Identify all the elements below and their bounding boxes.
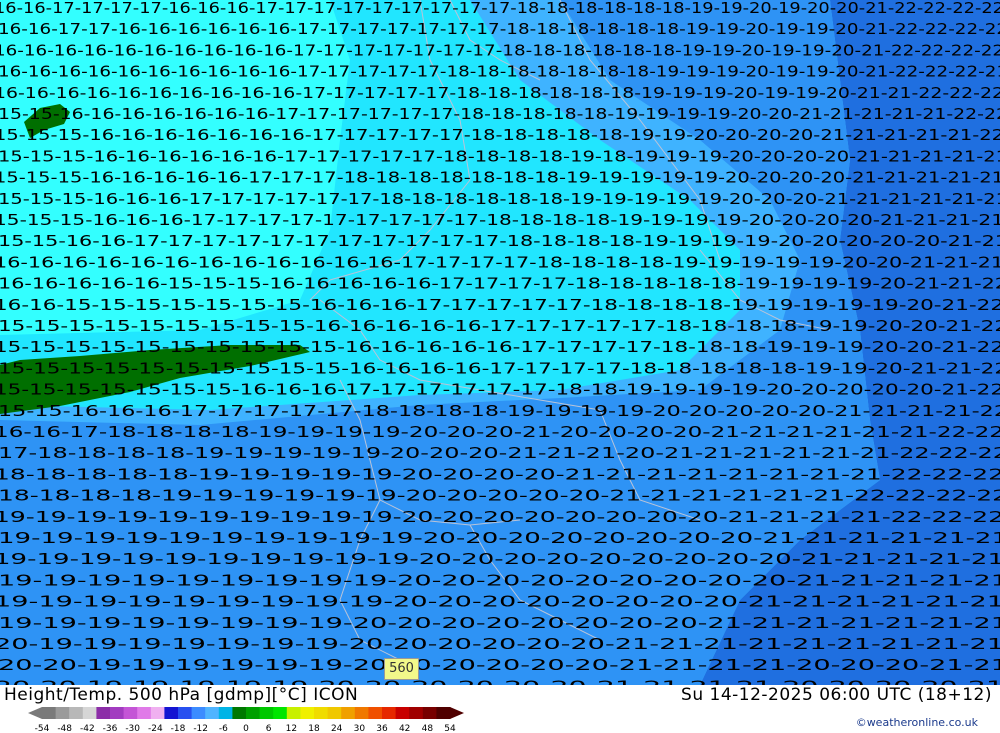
legend-tick-label: 12 [286,724,297,733]
contour-label-row: 15-15-15-15-15-15-15-16-16-16-17-17-17-1… [0,381,1000,399]
legend-swatch [137,707,152,719]
legend-tick-label: 36 [376,724,388,733]
contour-label-row: 16-16-17-17-17-17-16-16-16-17-17-17-17-1… [0,0,1000,17]
legend-swatch [110,707,125,719]
contour-label-row: 15-15-16-16-17-17-17-17-17-17-17-17-17-1… [0,232,1000,250]
legend-swatch [327,707,342,719]
contour-label-row: 16-16-16-16-16-16-16-16-16-16-17-17-17-1… [0,41,1000,59]
legend-swatch [82,707,97,719]
contour-label-row: 19-19-19-19-19-19-19-19-19-19-20-20-20-2… [0,550,1000,568]
legend-swatch [314,707,329,719]
legend-swatch [232,707,247,719]
legend-tick-label: -42 [80,724,95,733]
contour-label-row: 18-18-18-18-19-19-19-19-19-19-20-20-20-2… [0,487,1000,505]
legend-swatch [422,707,437,719]
legend-swatch [395,707,410,719]
legend-tick-label: 30 [354,724,366,733]
legend-tick-label: 48 [422,724,434,733]
legend-swatch [96,707,111,719]
legend-swatch [409,707,424,719]
legend-swatch [205,707,220,719]
contour-label-row: 15-15-15-15-15-15-15-15-15-15-16-16-16-1… [0,338,1000,356]
contour-label-row: 16-16-16-16-16-16-16-16-16-16-16-16-17-1… [0,253,1000,271]
contour-label-row: 15-15-15-15-15-15-15-15-15-16-16-16-16-1… [0,317,1000,335]
legend-swatch [382,707,397,719]
contour-label-row: 15-15-16-16-16-17-17-17-17-17-18-18-18-1… [0,402,1000,420]
legend-tick-label: -30 [125,724,140,733]
contour-label-row: 16-16-16-16-16-16-16-16-16-16-17-17-17-1… [0,63,1000,81]
contour-label-row: 19-19-19-19-19-19-19-19-20-20-20-20-20-2… [0,614,1000,632]
contour-label-row: 20-19-19-19-19-19-19-19-20-20-20-20-20-2… [0,635,1000,653]
contour-label-row: 18-18-18-18-18-19-19-19-19-19-20-20-20-2… [0,465,1000,483]
legend-tick-label: 6 [266,724,272,733]
contour-label-row: 20-20-19-19-19-19-19-20-20-20-20-20-20-2… [0,677,1000,685]
legend-tick-label: 54 [444,724,456,733]
contour-label-row: 16-16-16-16-16-16-16-16-16-16-17-17-17-1… [0,84,1000,102]
temperature-map: 16-16-17-17-17-17-16-16-16-17-17-17-17-1… [0,0,1000,685]
legend-swatch [55,707,70,719]
contour-label-row: 15-15-15-16-16-16-16-16-16-16-17-17-17-1… [0,126,1000,144]
legend-tick-label: 24 [331,724,343,733]
contour-label-row: 20-20-19-19-19-19-19-19-20-20-20-20-20-2… [0,656,1000,674]
contour-label-row: 19-19-19-19-19-19-19-19-19-20-20-20-20-2… [0,593,1000,611]
legend-swatch [286,707,301,719]
legend-swatch [300,707,315,719]
legend-swatch [164,707,179,719]
contour-label-row: 15-15-15-16-16-16-17-17-17-17-17-17-18-1… [0,190,1000,208]
legend-tick-label: -18 [171,724,186,733]
weather-map-view: 16-16-17-17-17-17-16-16-16-17-17-17-17-1… [0,0,1000,733]
legend-swatch [341,707,356,719]
legend-tick-labels: -54 -48 -42 -36 -30 -24 -18 -12 -6 0 6 12 18 24 30 36 42… [35,724,456,733]
legend-swatch [436,707,451,719]
contour-label-row: 17-18-18-18-18-19-19-19-19-19-20-20-20-2… [0,444,1000,462]
contour-label-row: 15-15-16-16-16-16-16-16-16-17-17-17-17-1… [0,105,1000,123]
legend-swatch [69,707,84,719]
legend-tick-label: 0 [243,724,249,733]
legend-arrow-right [450,707,464,719]
contour-label-row: 16-16-16-16-16-15-15-15-16-16-16-16-16-1… [0,275,1000,293]
legend-swatch [150,707,165,719]
legend-swatch [368,707,383,719]
chart-title: Height/Temp. 500 hPa [gdmp][°C] ICON [4,685,359,705]
contour-label-row: 19-19-19-19-19-19-19-19-19-20-20-20-20-2… [0,571,1000,589]
geopotential-label-560: 560 [384,658,419,680]
legend-tick-label: -24 [148,724,163,733]
legend-swatch [42,707,57,719]
legend-swatch [123,707,138,719]
color-legend: -54 -48 -42 -36 -30 -24 -18 -12 -6 0 6 12 18 24 30 36 42… [28,707,464,733]
contour-label-row: 15-15-15-15-15-15-15-15-15-15-16-16-16-1… [0,359,1000,377]
legend-swatch [218,707,233,719]
contour-label-row: 19-19-19-19-19-19-19-19-19-19-20-20-20-2… [0,508,1000,526]
legend-tick-label: 42 [399,724,410,733]
footer-bar: Height/Temp. 500 hPa [gdmp][°C] ICON Su … [0,685,1000,733]
legend-tick-label: -54 [35,724,50,733]
legend-tick-label: -36 [103,724,118,733]
legend-color-bar [28,707,464,719]
legend-tick-label: 18 [308,724,320,733]
legend-swatch [273,707,288,719]
credit-link[interactable]: ©weatheronline.co.uk [856,716,978,729]
legend-tick-label: -12 [193,724,208,733]
legend-swatch [178,707,193,719]
legend-swatch [246,707,261,719]
legend-swatch [191,707,206,719]
contour-label-row: 15-15-15-16-16-16-16-16-17-17-17-18-18-1… [0,169,1000,187]
contour-label-row: 19-19-19-19-19-19-19-19-19-19-20-20-20-2… [0,529,1000,547]
legend-arrow-left [28,707,42,719]
legend-swatch [259,707,274,719]
legend-tick-label: -6 [219,724,228,733]
contour-label-row: 15-15-15-16-16-16-17-17-17-17-17-17-17-1… [0,211,1000,229]
legend-swatch [354,707,369,719]
legend-tick-label: -48 [57,724,72,733]
contour-label-row: 15-15-15-16-16-16-16-16-16-17-17-17-17-1… [0,147,1000,165]
contour-label-row: 16-16-17-17-16-16-16-16-16-16-17-17-17-1… [0,20,1000,38]
valid-datetime: Su 14-12-2025 06:00 UTC (18+12) [681,685,992,705]
contour-label-row: 16-16-17-18-18-18-18-19-19-19-19-20-20-2… [0,423,1000,441]
contour-label-row: 16-16-15-15-15-15-15-15-15-16-16-16-17-1… [0,296,1000,314]
